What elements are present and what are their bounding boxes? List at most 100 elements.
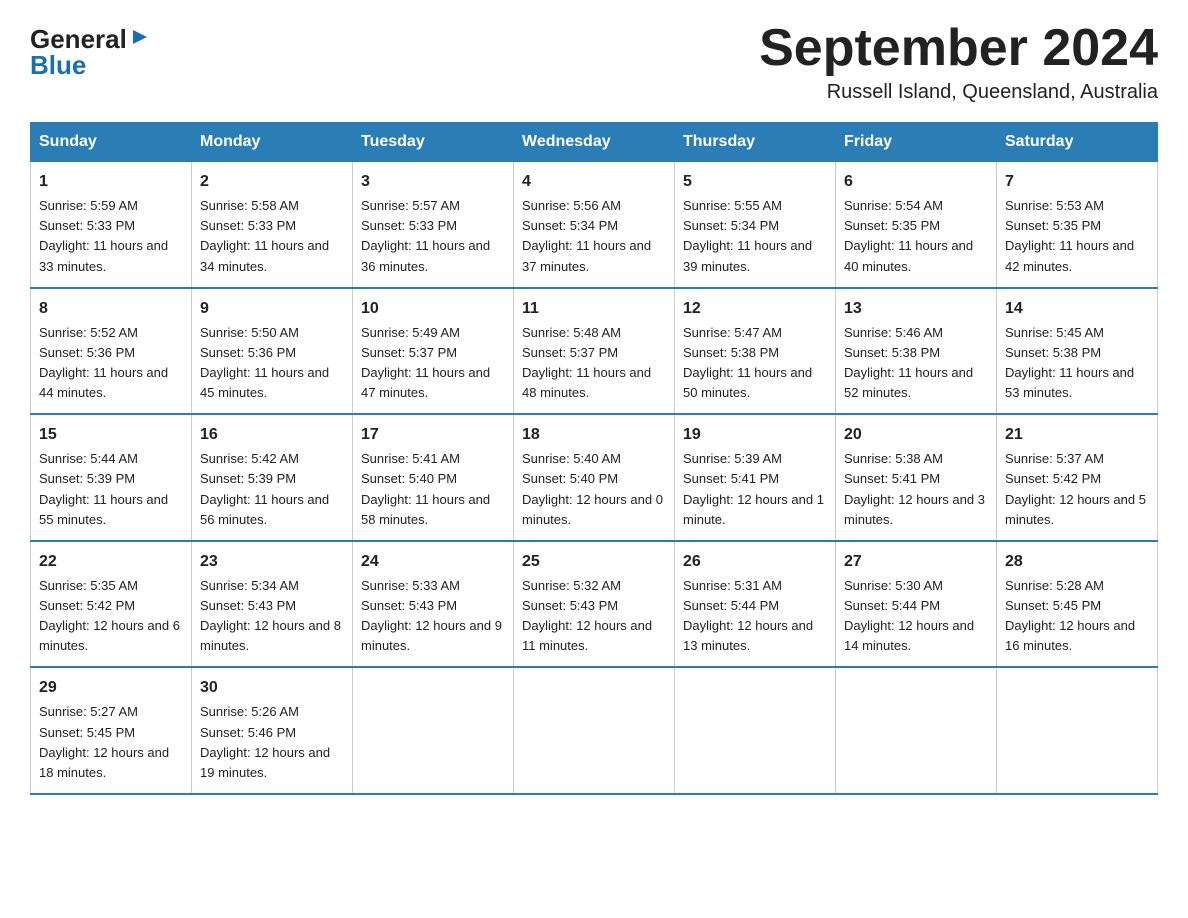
day-info: Sunrise: 5:38 AMSunset: 5:41 PMDaylight:…: [844, 451, 985, 526]
day-info: Sunrise: 5:35 AMSunset: 5:42 PMDaylight:…: [39, 578, 180, 653]
day-number: 14: [1005, 297, 1149, 321]
day-number: 6: [844, 170, 988, 194]
calendar-day-cell: 18 Sunrise: 5:40 AMSunset: 5:40 PMDaylig…: [514, 414, 675, 541]
day-info: Sunrise: 5:33 AMSunset: 5:43 PMDaylight:…: [361, 578, 502, 653]
day-number: 19: [683, 423, 827, 447]
month-title: September 2024: [759, 20, 1158, 77]
calendar-week-row: 1 Sunrise: 5:59 AMSunset: 5:33 PMDayligh…: [31, 162, 1158, 288]
day-info: Sunrise: 5:39 AMSunset: 5:41 PMDaylight:…: [683, 451, 824, 526]
title-area: September 2024 Russell Island, Queenslan…: [759, 20, 1158, 104]
day-info: Sunrise: 5:41 AMSunset: 5:40 PMDaylight:…: [361, 451, 490, 526]
day-info: Sunrise: 5:40 AMSunset: 5:40 PMDaylight:…: [522, 451, 663, 526]
calendar-day-cell: 25 Sunrise: 5:32 AMSunset: 5:43 PMDaylig…: [514, 541, 675, 668]
calendar-day-cell: [353, 667, 514, 794]
day-number: 24: [361, 550, 505, 574]
day-number: 13: [844, 297, 988, 321]
calendar-day-cell: 16 Sunrise: 5:42 AMSunset: 5:39 PMDaylig…: [192, 414, 353, 541]
weekday-header-thursday: Thursday: [675, 123, 836, 162]
day-info: Sunrise: 5:30 AMSunset: 5:44 PMDaylight:…: [844, 578, 974, 653]
calendar-day-cell: 4 Sunrise: 5:56 AMSunset: 5:34 PMDayligh…: [514, 162, 675, 288]
weekday-header-friday: Friday: [836, 123, 997, 162]
day-info: Sunrise: 5:44 AMSunset: 5:39 PMDaylight:…: [39, 451, 168, 526]
day-info: Sunrise: 5:45 AMSunset: 5:38 PMDaylight:…: [1005, 325, 1134, 400]
day-number: 1: [39, 170, 183, 194]
calendar-day-cell: 2 Sunrise: 5:58 AMSunset: 5:33 PMDayligh…: [192, 162, 353, 288]
weekday-header-sunday: Sunday: [31, 123, 192, 162]
calendar-day-cell: 30 Sunrise: 5:26 AMSunset: 5:46 PMDaylig…: [192, 667, 353, 794]
day-number: 16: [200, 423, 344, 447]
calendar-day-cell: 28 Sunrise: 5:28 AMSunset: 5:45 PMDaylig…: [997, 541, 1158, 668]
calendar-day-cell: 14 Sunrise: 5:45 AMSunset: 5:38 PMDaylig…: [997, 288, 1158, 415]
calendar-day-cell: 3 Sunrise: 5:57 AMSunset: 5:33 PMDayligh…: [353, 162, 514, 288]
day-info: Sunrise: 5:42 AMSunset: 5:39 PMDaylight:…: [200, 451, 329, 526]
day-number: 28: [1005, 550, 1149, 574]
calendar-day-cell: 6 Sunrise: 5:54 AMSunset: 5:35 PMDayligh…: [836, 162, 997, 288]
calendar-day-cell: 29 Sunrise: 5:27 AMSunset: 5:45 PMDaylig…: [31, 667, 192, 794]
day-number: 4: [522, 170, 666, 194]
calendar-day-cell: 22 Sunrise: 5:35 AMSunset: 5:42 PMDaylig…: [31, 541, 192, 668]
day-number: 3: [361, 170, 505, 194]
day-info: Sunrise: 5:48 AMSunset: 5:37 PMDaylight:…: [522, 325, 651, 400]
calendar-day-cell: 26 Sunrise: 5:31 AMSunset: 5:44 PMDaylig…: [675, 541, 836, 668]
day-number: 15: [39, 423, 183, 447]
calendar-day-cell: 1 Sunrise: 5:59 AMSunset: 5:33 PMDayligh…: [31, 162, 192, 288]
day-info: Sunrise: 5:34 AMSunset: 5:43 PMDaylight:…: [200, 578, 341, 653]
day-number: 12: [683, 297, 827, 321]
day-number: 7: [1005, 170, 1149, 194]
calendar-week-row: 15 Sunrise: 5:44 AMSunset: 5:39 PMDaylig…: [31, 414, 1158, 541]
calendar-day-cell: 11 Sunrise: 5:48 AMSunset: 5:37 PMDaylig…: [514, 288, 675, 415]
day-number: 10: [361, 297, 505, 321]
day-number: 26: [683, 550, 827, 574]
day-number: 11: [522, 297, 666, 321]
day-number: 5: [683, 170, 827, 194]
calendar-day-cell: 17 Sunrise: 5:41 AMSunset: 5:40 PMDaylig…: [353, 414, 514, 541]
weekday-header-monday: Monday: [192, 123, 353, 162]
day-info: Sunrise: 5:56 AMSunset: 5:34 PMDaylight:…: [522, 198, 651, 273]
day-info: Sunrise: 5:31 AMSunset: 5:44 PMDaylight:…: [683, 578, 813, 653]
day-number: 8: [39, 297, 183, 321]
calendar-table: SundayMondayTuesdayWednesdayThursdayFrid…: [30, 122, 1158, 795]
day-info: Sunrise: 5:37 AMSunset: 5:42 PMDaylight:…: [1005, 451, 1146, 526]
weekday-header-wednesday: Wednesday: [514, 123, 675, 162]
day-info: Sunrise: 5:27 AMSunset: 5:45 PMDaylight:…: [39, 704, 169, 779]
day-number: 27: [844, 550, 988, 574]
calendar-day-cell: [514, 667, 675, 794]
day-info: Sunrise: 5:58 AMSunset: 5:33 PMDaylight:…: [200, 198, 329, 273]
weekday-header-saturday: Saturday: [997, 123, 1158, 162]
day-info: Sunrise: 5:59 AMSunset: 5:33 PMDaylight:…: [39, 198, 168, 273]
location-title: Russell Island, Queensland, Australia: [759, 81, 1158, 104]
calendar-day-cell: 23 Sunrise: 5:34 AMSunset: 5:43 PMDaylig…: [192, 541, 353, 668]
calendar-day-cell: 15 Sunrise: 5:44 AMSunset: 5:39 PMDaylig…: [31, 414, 192, 541]
calendar-day-cell: 24 Sunrise: 5:33 AMSunset: 5:43 PMDaylig…: [353, 541, 514, 668]
calendar-day-cell: [997, 667, 1158, 794]
day-number: 23: [200, 550, 344, 574]
calendar-day-cell: 5 Sunrise: 5:55 AMSunset: 5:34 PMDayligh…: [675, 162, 836, 288]
calendar-day-cell: 8 Sunrise: 5:52 AMSunset: 5:36 PMDayligh…: [31, 288, 192, 415]
day-number: 21: [1005, 423, 1149, 447]
day-number: 30: [200, 676, 344, 700]
calendar-day-cell: 12 Sunrise: 5:47 AMSunset: 5:38 PMDaylig…: [675, 288, 836, 415]
calendar-day-cell: 27 Sunrise: 5:30 AMSunset: 5:44 PMDaylig…: [836, 541, 997, 668]
day-number: 18: [522, 423, 666, 447]
calendar-day-cell: 7 Sunrise: 5:53 AMSunset: 5:35 PMDayligh…: [997, 162, 1158, 288]
weekday-header-row: SundayMondayTuesdayWednesdayThursdayFrid…: [31, 123, 1158, 162]
day-info: Sunrise: 5:49 AMSunset: 5:37 PMDaylight:…: [361, 325, 490, 400]
weekday-header-tuesday: Tuesday: [353, 123, 514, 162]
day-info: Sunrise: 5:53 AMSunset: 5:35 PMDaylight:…: [1005, 198, 1134, 273]
calendar-day-cell: 13 Sunrise: 5:46 AMSunset: 5:38 PMDaylig…: [836, 288, 997, 415]
calendar-day-cell: 9 Sunrise: 5:50 AMSunset: 5:36 PMDayligh…: [192, 288, 353, 415]
calendar-day-cell: 19 Sunrise: 5:39 AMSunset: 5:41 PMDaylig…: [675, 414, 836, 541]
day-info: Sunrise: 5:46 AMSunset: 5:38 PMDaylight:…: [844, 325, 973, 400]
logo-arrow-icon: [129, 26, 151, 48]
day-number: 9: [200, 297, 344, 321]
calendar-day-cell: 10 Sunrise: 5:49 AMSunset: 5:37 PMDaylig…: [353, 288, 514, 415]
day-number: 29: [39, 676, 183, 700]
calendar-week-row: 22 Sunrise: 5:35 AMSunset: 5:42 PMDaylig…: [31, 541, 1158, 668]
day-info: Sunrise: 5:54 AMSunset: 5:35 PMDaylight:…: [844, 198, 973, 273]
calendar-week-row: 29 Sunrise: 5:27 AMSunset: 5:45 PMDaylig…: [31, 667, 1158, 794]
calendar-week-row: 8 Sunrise: 5:52 AMSunset: 5:36 PMDayligh…: [31, 288, 1158, 415]
day-info: Sunrise: 5:57 AMSunset: 5:33 PMDaylight:…: [361, 198, 490, 273]
calendar-day-cell: 21 Sunrise: 5:37 AMSunset: 5:42 PMDaylig…: [997, 414, 1158, 541]
logo-general: General: [30, 26, 127, 52]
day-info: Sunrise: 5:55 AMSunset: 5:34 PMDaylight:…: [683, 198, 812, 273]
